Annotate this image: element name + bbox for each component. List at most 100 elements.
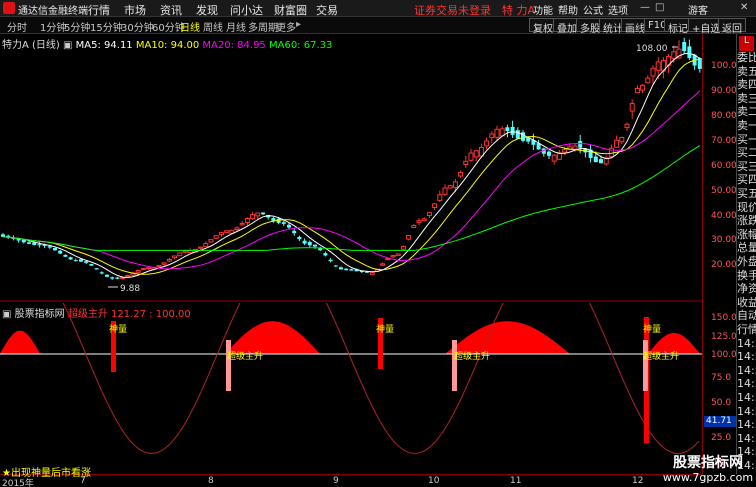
candle-down [94,268,99,270]
tab-more[interactable]: 更多 [276,19,296,34]
menu-wenxiaoda[interactable]: 问小达 [230,2,263,18]
close-button[interactable]: ✕ [740,2,748,13]
candle-down [593,156,598,163]
candle-up [400,245,406,250]
menu-bangzhu[interactable]: 帮助 [558,2,578,17]
side-panel-item: 买五 [737,187,756,200]
candlestick-chart[interactable]: 108.00 9.88 [0,34,702,302]
candle-up [255,212,261,217]
candle-up [250,214,256,220]
price-axis: 100.00 90.00 80.00 70.00 60.00 50.00 40.… [702,34,743,474]
menu-gongshi[interactable]: 公式 [583,2,603,17]
candle-up [120,277,126,280]
app-logo-icon [3,2,15,14]
candle-up [208,239,214,243]
maximize-button[interactable]: □ [655,2,664,13]
candle-up [156,265,162,268]
tab-1min[interactable]: 1分钟 [40,19,66,34]
price-tick: 90.00 [711,86,737,96]
menu-zixun[interactable]: 资讯 [160,2,182,18]
side-panel-item: 买四 [737,173,756,187]
candle-up [473,150,479,158]
candle-down [333,265,338,267]
menu-shichang[interactable]: 市场 [124,2,146,18]
indicator-current-value: 41.71 [704,416,737,427]
menu-gongneng[interactable]: 功能 [533,2,553,17]
price-tick: 70.00 [711,136,737,146]
level-badge[interactable]: L [739,36,754,51]
price-tick: 80.00 [711,111,737,121]
candle-down [547,151,551,156]
candle-up [671,51,677,59]
indicator-tick: 125.0 [711,332,737,342]
side-panel-item: 涨幅 [737,227,756,241]
side-panel-item: 卖三 [737,91,756,105]
candle-up [125,275,131,278]
menu-hangqing[interactable]: 行情 [88,2,110,18]
candle-down [339,267,343,270]
tab-15min[interactable]: 15分钟 [90,19,123,34]
candle-up [244,218,250,223]
signal-label-3: 神量 [643,323,661,335]
side-panel-item: 自动 [737,309,756,323]
candle-down [110,277,115,279]
tab-daily[interactable]: 日线 [180,19,200,34]
candle-down [297,236,302,240]
menu-caifuquan[interactable]: 财富圈 [274,2,307,18]
candle-up [369,271,375,275]
tab-weekly[interactable]: 周线 [203,19,223,34]
candle-down [313,244,317,247]
tool-back[interactable]: 返回 [718,18,746,35]
app-name: 通达信金融终端 [18,6,88,17]
side-panel-item: 14:56 [737,363,756,377]
more-arrow-icon[interactable]: ▸ [296,19,301,30]
candle-up [213,235,219,239]
side-panel-item: 14:56 [737,418,756,432]
price-tick: 30.00 [711,235,737,245]
price-tick: 40.00 [711,211,737,221]
candle-down [349,269,354,271]
signal-label-5: 超级主升 [454,350,490,362]
tab-monthly[interactable]: 月线 [226,19,246,34]
date-tick-11: 11 [510,476,522,486]
indicator-chart[interactable]: 神量 神量 神量 超级主升 超级主升 超级主升 [0,303,702,474]
side-panel-item: 买一 [737,132,756,146]
candle-up [452,181,458,188]
tab-multi-period[interactable]: 多周期 [248,19,278,34]
tab-fenshi[interactable]: 分时 [7,19,27,34]
candle-up [650,67,656,77]
login-notice[interactable]: 证券交易未登录 [414,2,491,18]
side-panel-item: 14:56 [737,377,756,391]
menu-youke[interactable]: 游客 [688,2,708,17]
candle-up [198,246,204,249]
date-tick-12: 12 [632,476,644,486]
signal-bar [643,340,648,391]
candle-up [411,225,417,229]
ma10-line [2,58,700,275]
tab-5min[interactable]: 5分钟 [64,19,90,34]
menu-jiaoyi[interactable]: 交易 [316,2,338,18]
menu-xuanxiang[interactable]: 选项 [608,2,628,17]
candle-down [292,230,297,234]
side-panel-item: 收益 [737,295,756,309]
candle-down [47,246,52,248]
indicator-tick: 150.0 [711,313,737,323]
side-panel-item: 外盘 [737,255,756,268]
candle-up [161,262,167,265]
candle-down [510,126,515,135]
tab-30min[interactable]: 30分钟 [121,19,154,34]
candle-up [489,133,495,139]
candle-up [182,250,188,253]
candle-up [572,145,578,150]
oscillator-line [62,303,700,454]
candle-up [562,149,568,153]
candle-up [468,152,474,161]
candle-down [682,42,687,52]
candle-up [380,263,386,266]
watermark-url: www.7gpzb.com [662,471,754,484]
candle-up [140,268,146,271]
candle-up [463,160,469,166]
minimize-button[interactable]: — [640,2,650,13]
date-tick-10: 10 [428,476,440,486]
menu-faxian[interactable]: 发现 [196,2,218,18]
